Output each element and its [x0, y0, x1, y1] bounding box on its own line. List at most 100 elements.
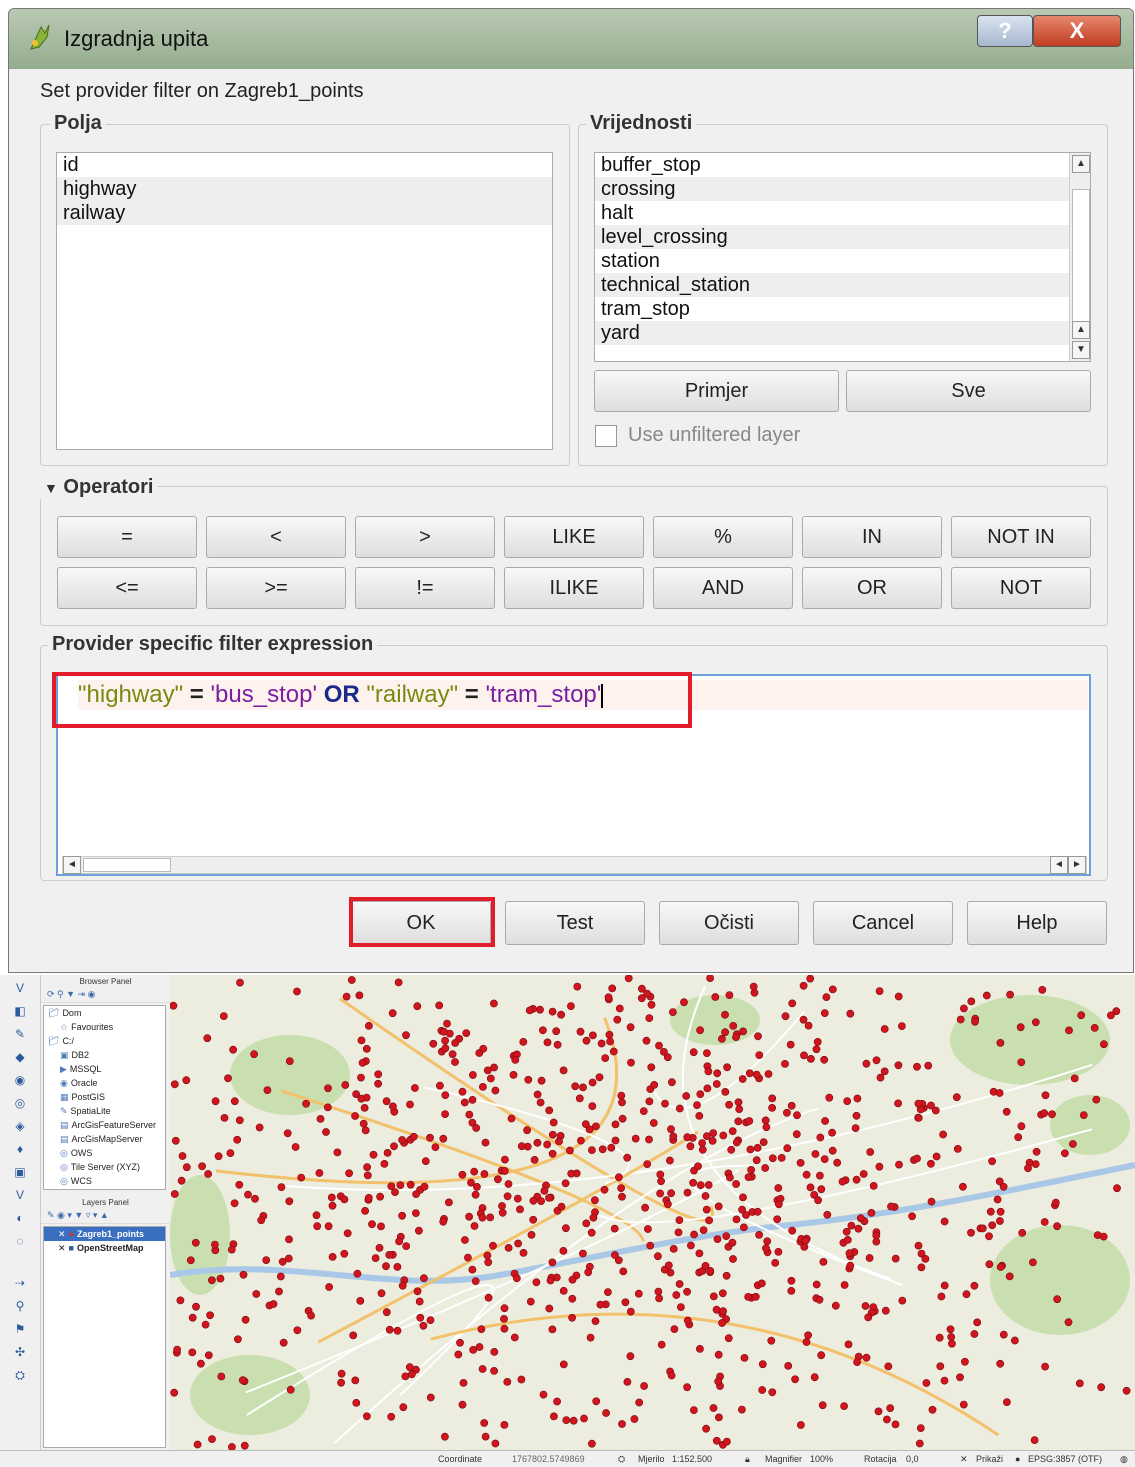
- stop-point[interactable]: [675, 1280, 684, 1288]
- stop-point[interactable]: [940, 1281, 949, 1290]
- stop-point[interactable]: [915, 1439, 924, 1448]
- stop-point[interactable]: [601, 1054, 610, 1062]
- close-button[interactable]: X: [1033, 15, 1121, 47]
- stop-point[interactable]: [1031, 1018, 1040, 1027]
- stop-point[interactable]: [1002, 1107, 1011, 1116]
- stop-point[interactable]: [655, 1294, 663, 1303]
- stop-point[interactable]: [257, 1216, 266, 1225]
- stop-point[interactable]: [396, 1181, 405, 1189]
- stop-point[interactable]: [872, 1056, 881, 1065]
- stop-point[interactable]: [784, 1361, 793, 1370]
- stop-point[interactable]: [459, 1378, 468, 1387]
- stop-point[interactable]: [916, 1424, 925, 1432]
- stop-point[interactable]: [698, 1145, 707, 1154]
- scroll-up-icon[interactable]: ▲: [1072, 155, 1090, 173]
- stop-point[interactable]: [719, 1131, 728, 1140]
- stop-point[interactable]: [986, 1207, 995, 1216]
- stop-point[interactable]: [712, 1305, 721, 1314]
- stop-point[interactable]: [533, 1090, 542, 1099]
- stop-point[interactable]: [618, 1098, 626, 1107]
- stop-point[interactable]: [732, 1215, 741, 1224]
- stop-point[interactable]: [500, 1314, 508, 1323]
- stop-point[interactable]: [387, 1412, 396, 1421]
- stop-point[interactable]: [845, 1249, 854, 1258]
- stop-point[interactable]: [562, 1416, 571, 1424]
- stop-point[interactable]: [443, 1019, 451, 1028]
- stop-point[interactable]: [642, 1036, 651, 1045]
- stop-point[interactable]: [864, 1313, 873, 1322]
- messages-icon[interactable]: ◍: [1120, 1454, 1128, 1465]
- stop-point[interactable]: [480, 1419, 489, 1427]
- stop-point[interactable]: [170, 1388, 179, 1397]
- stop-point[interactable]: [723, 1063, 731, 1072]
- stop-point[interactable]: [758, 1360, 767, 1369]
- stop-point[interactable]: [307, 1311, 315, 1320]
- stop-point[interactable]: [970, 1330, 979, 1338]
- browser-item[interactable]: ▤ ArcGisFeatureServer: [44, 1118, 165, 1132]
- stop-point[interactable]: [533, 1138, 542, 1147]
- stop-point[interactable]: [647, 1063, 656, 1072]
- stop-point[interactable]: [565, 1146, 574, 1155]
- stop-point[interactable]: [655, 1041, 663, 1050]
- stop-point[interactable]: [709, 1404, 718, 1412]
- stop-point[interactable]: [815, 1295, 824, 1304]
- stop-point[interactable]: [894, 1061, 903, 1070]
- stop-point[interactable]: [275, 1287, 283, 1296]
- stop-point[interactable]: [1011, 1336, 1019, 1345]
- stop-point[interactable]: [917, 1263, 926, 1272]
- stop-point[interactable]: [722, 1271, 731, 1280]
- stop-point[interactable]: [807, 1055, 815, 1063]
- stop-point[interactable]: [947, 1333, 956, 1341]
- stop-point[interactable]: [927, 1159, 935, 1168]
- stop-point[interactable]: [822, 993, 831, 1001]
- stop-point[interactable]: [738, 1075, 747, 1083]
- stop-point[interactable]: [817, 1185, 826, 1194]
- stop-point[interactable]: [627, 1058, 635, 1067]
- stop-point[interactable]: [451, 1058, 459, 1066]
- stop-point[interactable]: [701, 1261, 710, 1270]
- stop-point[interactable]: [937, 1292, 946, 1301]
- stop-point[interactable]: [751, 1292, 760, 1301]
- stop-point[interactable]: [724, 1334, 733, 1343]
- stop-point[interactable]: [233, 1135, 242, 1144]
- stop-point[interactable]: [726, 1173, 734, 1182]
- stop-point[interactable]: [799, 1015, 808, 1024]
- stop-point[interactable]: [489, 1241, 497, 1250]
- stop-point[interactable]: [714, 1377, 723, 1386]
- stop-point[interactable]: [568, 1294, 577, 1303]
- stop-point[interactable]: [816, 1133, 825, 1142]
- stop-point[interactable]: [567, 1169, 576, 1178]
- stop-point[interactable]: [725, 1100, 733, 1109]
- browser-tree[interactable]: 📁︎ Dom ☆ Favourites 📁︎ C:/▣ DB2 ▶ MSSQL ◉ Oracle ▦ P…: [43, 1005, 166, 1190]
- stop-point[interactable]: [657, 1340, 666, 1349]
- stop-point[interactable]: [865, 1254, 874, 1262]
- stop-point[interactable]: [718, 1289, 727, 1298]
- stop-point[interactable]: [914, 1241, 923, 1250]
- stop-point[interactable]: [546, 1276, 555, 1285]
- stop-point[interactable]: [573, 982, 582, 991]
- add-delimited-icon[interactable]: ◆: [0, 1047, 40, 1067]
- stop-point[interactable]: [402, 1242, 411, 1250]
- stop-point[interactable]: [999, 1330, 1008, 1339]
- stop-point[interactable]: [177, 1176, 186, 1185]
- stop-point[interactable]: [843, 1235, 852, 1244]
- stop-point[interactable]: [527, 1230, 536, 1239]
- stop-point[interactable]: [739, 1027, 747, 1036]
- stop-point[interactable]: [828, 1146, 837, 1155]
- stop-point[interactable]: [263, 1086, 272, 1094]
- stop-point[interactable]: [744, 1292, 753, 1301]
- stop-point[interactable]: [1064, 1318, 1073, 1327]
- stop-point[interactable]: [285, 1057, 294, 1065]
- stop-point[interactable]: [382, 1308, 391, 1317]
- stop-point[interactable]: [468, 1265, 477, 1274]
- stop-point[interactable]: [441, 1110, 449, 1118]
- stop-point[interactable]: [538, 1026, 547, 1035]
- stop-point[interactable]: [216, 1274, 225, 1283]
- stop-point[interactable]: [327, 1193, 336, 1202]
- operator-button[interactable]: OR: [802, 567, 942, 609]
- stop-point[interactable]: [1107, 1011, 1115, 1020]
- stop-point[interactable]: [490, 1347, 499, 1356]
- stop-point[interactable]: [874, 1407, 883, 1416]
- stop-point[interactable]: [775, 1200, 783, 1209]
- stop-point[interactable]: [1090, 1024, 1099, 1032]
